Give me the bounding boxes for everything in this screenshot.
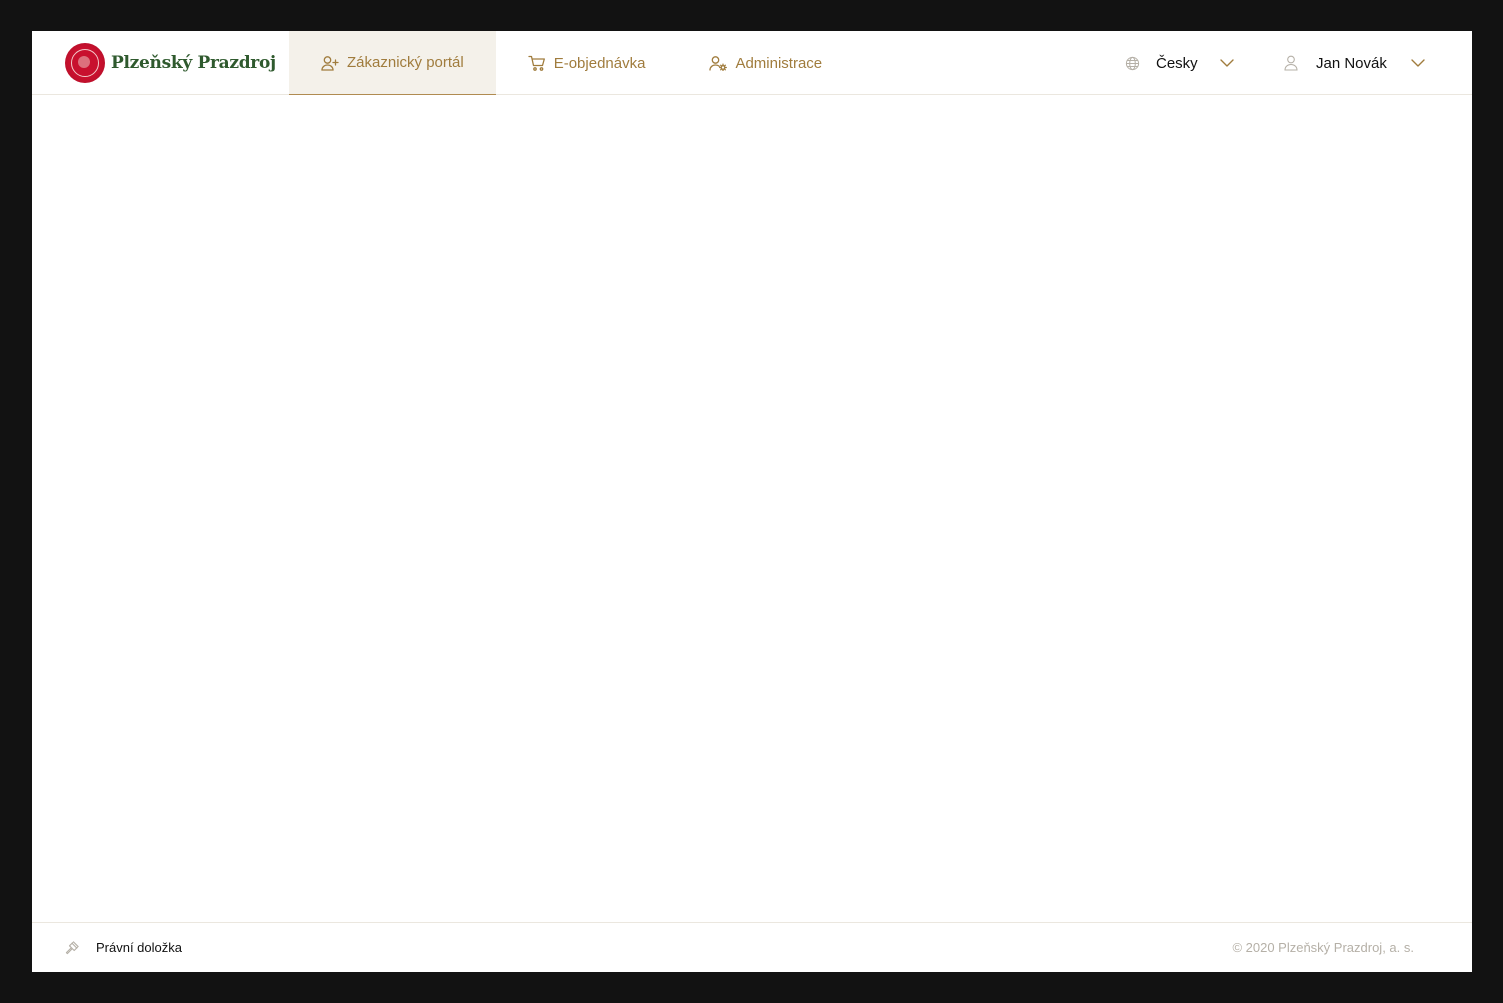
user-name: Jan Novák xyxy=(1316,54,1387,72)
cart-icon xyxy=(528,55,545,71)
page-footer: Právní doložka © 2020 Plzeňský Prazdroj,… xyxy=(32,922,1472,972)
footer-legal: Právní doložka xyxy=(65,923,182,972)
chevron-down-icon xyxy=(1219,59,1234,67)
nav-item-label: Zákaznický portál xyxy=(347,54,464,71)
top-header: Plzeňský Prazdroj Zákaznický portál E-ob… xyxy=(32,31,1472,95)
brand-logo[interactable]: Plzeňský Prazdroj xyxy=(65,42,276,84)
legal-notice-link[interactable]: Právní doložka xyxy=(96,940,182,955)
nav-item-e-order[interactable]: E-objednávka xyxy=(496,31,678,95)
user-gear-icon xyxy=(709,56,728,71)
main-nav: Zákaznický portál E-objednávka Administr… xyxy=(289,31,854,95)
user-menu[interactable]: Jan Novák xyxy=(1284,31,1425,95)
user-plus-icon xyxy=(321,55,339,71)
copyright-text: © 2020 Plzeňský Prazdroj, a. s. xyxy=(1232,940,1414,955)
nav-item-label: Administrace xyxy=(735,54,823,72)
nav-item-administration[interactable]: Administrace xyxy=(677,31,854,95)
brand-logo-text: Plzeňský Prazdroj xyxy=(111,53,276,73)
language-label: Česky xyxy=(1156,54,1198,72)
app-window: Plzeňský Prazdroj Zákaznický portál E-ob… xyxy=(32,31,1472,972)
language-selector[interactable]: Česky xyxy=(1125,31,1234,95)
nav-item-customer-portal[interactable]: Zákaznický portál xyxy=(289,31,496,95)
gavel-icon xyxy=(65,941,79,955)
brand-seal-icon xyxy=(65,43,105,83)
chevron-down-icon xyxy=(1411,59,1425,67)
user-icon xyxy=(1284,55,1298,71)
globe-icon xyxy=(1125,56,1140,70)
main-content xyxy=(32,95,1472,922)
nav-item-label: E-objednávka xyxy=(553,54,646,72)
